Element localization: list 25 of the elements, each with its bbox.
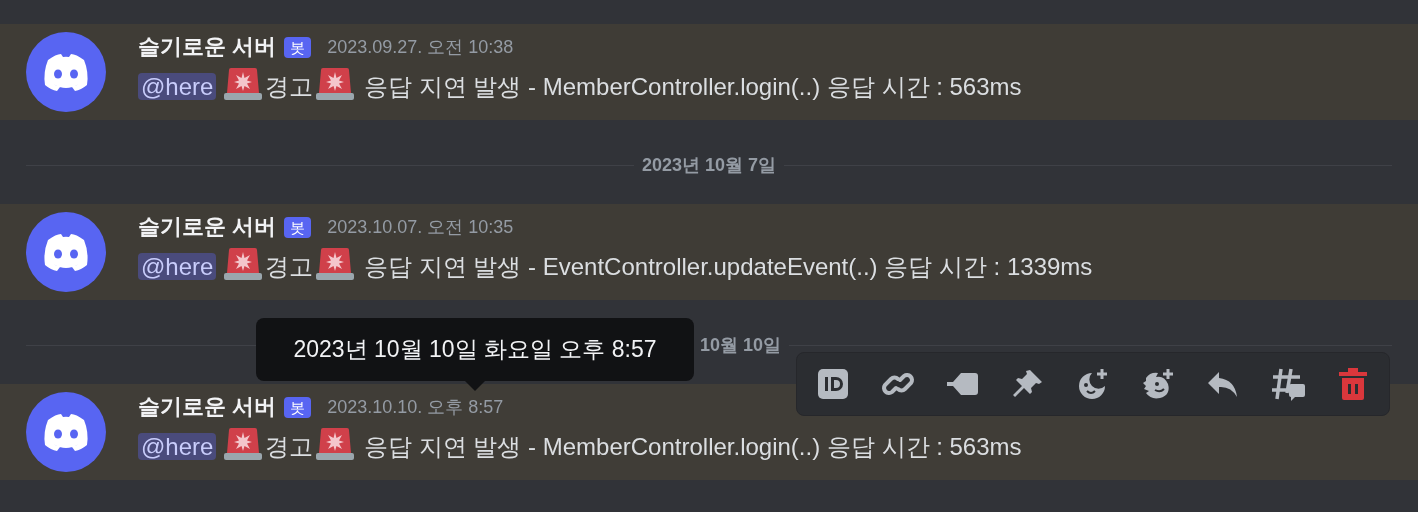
date-divider-label: 2023년 10월 7일: [640, 156, 778, 174]
avatar-icon[interactable]: [26, 392, 106, 472]
avatar-icon[interactable]: [26, 212, 106, 292]
message-text: 경고: [265, 253, 314, 280]
author-name: 슬기로운 서버: [138, 394, 277, 421]
avatar-icon[interactable]: [26, 32, 106, 112]
mention: @here: [138, 253, 217, 280]
bot-tag: 봇: [284, 216, 312, 239]
mention: @here: [138, 73, 217, 100]
tooltip-arrow: [465, 380, 485, 391]
bot-tag: 봇: [284, 396, 312, 419]
timestamp: 2023.10.07. 오전 10:35: [327, 216, 514, 239]
message-text: 경고: [265, 433, 314, 460]
timestamp: 2023.10.10. 오후 8:57: [327, 396, 504, 419]
date-divider-label: 10월 10일: [699, 336, 783, 354]
timestamp: 2023.09.27. 오전 10:38: [327, 36, 514, 59]
author-name: 슬기로운 서버: [138, 214, 277, 241]
message-text: 경고: [265, 73, 314, 100]
message-text: 응답 지연 발생 - MemberController.login(..) 응답 시간 : 563ms: [363, 73, 1022, 100]
message-text: 응답 지연 발생 - EventController.updateEvent(..) 응답 시간 : 1339ms: [363, 253, 1093, 280]
mention: @here: [138, 433, 217, 460]
author-name: 슬기로운 서버: [138, 34, 277, 61]
bot-tag: 봇: [284, 36, 312, 59]
tooltip: 2023년 10월 10일 화요일 오후 8:57: [256, 318, 694, 381]
message-text: 응답 지연 발생 - MemberController.login(..) 응답 시간 : 563ms: [363, 433, 1022, 460]
